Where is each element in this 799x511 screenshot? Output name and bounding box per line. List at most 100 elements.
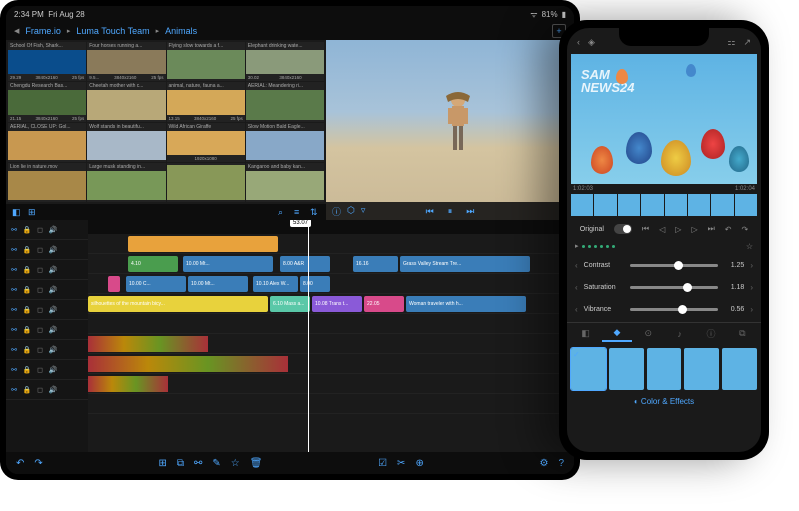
lock-icon[interactable]: 🔒	[22, 365, 32, 375]
timeline-clip[interactable]: 16.16	[353, 256, 398, 272]
sort-icon[interactable]: ⇅	[310, 207, 320, 217]
media-thumb[interactable]: Kangaroo and baby kan...	[246, 163, 324, 202]
tag-icon[interactable]: ⚏	[727, 37, 735, 48]
filmstrip[interactable]	[567, 192, 761, 218]
breadcrumb-0[interactable]: Frame.io	[25, 26, 61, 36]
info-icon[interactable]: ⓘ	[332, 205, 341, 218]
visibility-icon[interactable]: ◻	[35, 365, 45, 375]
original-toggle[interactable]	[614, 224, 632, 234]
step-fwd-icon[interactable]: ▷	[691, 225, 697, 234]
media-thumb[interactable]: Elephant drinking wate...30.023840x2160	[246, 42, 324, 81]
export-icon[interactable]: ↗	[743, 37, 751, 48]
timeline-clip[interactable]: 6.10 Mass a...	[270, 296, 310, 312]
marker-icon[interactable]: ▿	[361, 205, 366, 218]
visibility-icon[interactable]: ◻	[35, 345, 45, 355]
playhead[interactable]: 53.07	[308, 220, 309, 452]
mute-icon[interactable]: 🔊	[48, 345, 58, 355]
lock-icon[interactable]: 🔒	[22, 325, 32, 335]
lock-icon[interactable]: 🔒	[22, 225, 32, 235]
undo-icon[interactable]: ↶	[16, 458, 24, 469]
media-thumb[interactable]: Four horses running a...9.5...3840x21602…	[87, 42, 165, 81]
tracks-area[interactable]: 53.07 4.10 10.00 Mt... 8.00 A&R 16.16Grass …	[88, 220, 574, 452]
media-thumb[interactable]: Wild African Giraffe1920x1080	[167, 123, 245, 162]
timeline-clip[interactable]: 4.10	[128, 256, 178, 272]
slider-thumb[interactable]	[683, 283, 692, 292]
link-icon[interactable]: ⚯	[9, 265, 19, 275]
visibility-icon[interactable]: ◻	[35, 265, 45, 275]
time-ruler[interactable]	[88, 220, 574, 234]
timeline-track[interactable]: 4.1010.00 Mt...8.00 A&R16.16Grass Valley…	[88, 254, 574, 274]
media-thumb[interactable]: animal, nature, fauna a...13.153840x2160…	[167, 82, 245, 121]
mute-icon[interactable]: 🔊	[48, 385, 58, 395]
chevron-right-icon[interactable]: ›	[750, 305, 753, 314]
visibility-icon[interactable]: ◻	[35, 285, 45, 295]
tab-audio[interactable]: ♪	[665, 325, 694, 342]
copy-icon[interactable]: ⧉	[177, 458, 184, 469]
trash-icon[interactable]: 🗑	[250, 458, 263, 469]
media-thumb[interactable]: Lion lie in nature.mov	[8, 163, 86, 202]
mute-icon[interactable]: 🔊	[48, 265, 58, 275]
slider-track[interactable]	[630, 264, 719, 267]
timeline-track[interactable]	[88, 314, 574, 334]
audio-waveform[interactable]	[88, 356, 288, 372]
chevron-left-icon[interactable]: ‹	[575, 261, 578, 270]
play-icon[interactable]: ⏸	[448, 206, 453, 217]
media-thumb[interactable]: School Of Fish, Shark...29.293840x216025…	[8, 42, 86, 81]
filter-icon[interactable]: ≡	[294, 207, 304, 217]
timeline-track[interactable]	[88, 354, 574, 374]
media-thumb[interactable]: Flying slow towards a f...	[167, 42, 245, 81]
chevron-right-icon[interactable]: ›	[750, 283, 753, 292]
skip-fwd-icon[interactable]: ⏭	[708, 224, 715, 234]
search-icon[interactable]: ⌕	[278, 207, 288, 217]
mute-icon[interactable]: 🔊	[48, 325, 58, 335]
timeline-track[interactable]: 10.00 C...10.00 Mt...10.10 Alex W...8.00	[88, 274, 574, 294]
timeline-track[interactable]	[88, 394, 574, 414]
preset-thumb[interactable]	[722, 348, 757, 390]
preset-thumb[interactable]	[684, 348, 719, 390]
timeline-clip[interactable]: 8.00 A&R	[280, 256, 330, 272]
select-icon[interactable]: ☑	[378, 458, 387, 469]
import-icon[interactable]: ⊞	[28, 207, 38, 217]
step-back-icon[interactable]: ◁	[659, 225, 665, 234]
preset-thumb[interactable]	[647, 348, 682, 390]
star-icon[interactable]: ☆	[746, 242, 753, 251]
slider-thumb[interactable]	[678, 305, 687, 314]
media-thumb[interactable]	[167, 163, 245, 202]
tab-more[interactable]: ⧉	[728, 325, 757, 342]
link-icon[interactable]: ⚯	[9, 225, 19, 235]
timeline-track[interactable]: silhouettes of the mountain bicy...6.10 …	[88, 294, 574, 314]
phone-preview[interactable]: SAM NEWS24	[571, 54, 757, 184]
mute-icon[interactable]: 🔊	[48, 245, 58, 255]
timeline-clip[interactable]: silhouettes of the mountain bicy...	[88, 296, 268, 312]
timeline-clip[interactable]: 10.00 Mt...	[188, 276, 248, 292]
timeline-clip[interactable]: Woman traveler with h...	[406, 296, 526, 312]
audio-waveform[interactable]	[88, 376, 168, 392]
visibility-icon[interactable]: ◻	[35, 325, 45, 335]
source-icon[interactable]: ◧	[12, 207, 22, 217]
lock-icon[interactable]: 🔒	[22, 385, 32, 395]
chevron-left-icon[interactable]: ◀	[14, 27, 19, 35]
slider-track[interactable]	[630, 286, 719, 289]
preset-thumb[interactable]	[609, 348, 644, 390]
visibility-icon[interactable]: ◻	[35, 305, 45, 315]
timeline-clip[interactable]: 10.08 Trans t...	[312, 296, 362, 312]
timeline-clip[interactable]: 10.00 C...	[126, 276, 186, 292]
visibility-icon[interactable]: ◻	[35, 245, 45, 255]
link-icon[interactable]: ⚯	[9, 385, 19, 395]
media-thumb[interactable]: Wolf stands in beautifu...	[87, 123, 165, 162]
favorite-icon[interactable]: ☆	[231, 458, 240, 469]
cut-icon[interactable]: ✂	[397, 458, 405, 469]
link-icon[interactable]: ⚯	[9, 365, 19, 375]
breadcrumb[interactable]: ◀ Frame.io ▸ Luma Touch Team ▸ Animals +	[6, 22, 574, 40]
tab-speed[interactable]: ⊙	[634, 325, 663, 342]
edit-icon[interactable]: ✎	[212, 458, 220, 469]
timeline-clip[interactable]: Grass Valley Stream Tre...	[400, 256, 530, 272]
media-thumb[interactable]: Chengdu Research Bas...21.153840x216025 …	[8, 82, 86, 121]
mute-icon[interactable]: 🔊	[48, 225, 58, 235]
link-icon[interactable]: ⚯	[9, 305, 19, 315]
timeline-track[interactable]	[88, 234, 574, 254]
add-clip-icon[interactable]: ⊞	[158, 458, 166, 469]
mute-icon[interactable]: 🔊	[48, 365, 58, 375]
help-icon[interactable]: ?	[558, 458, 564, 469]
slider-thumb[interactable]	[674, 261, 683, 270]
